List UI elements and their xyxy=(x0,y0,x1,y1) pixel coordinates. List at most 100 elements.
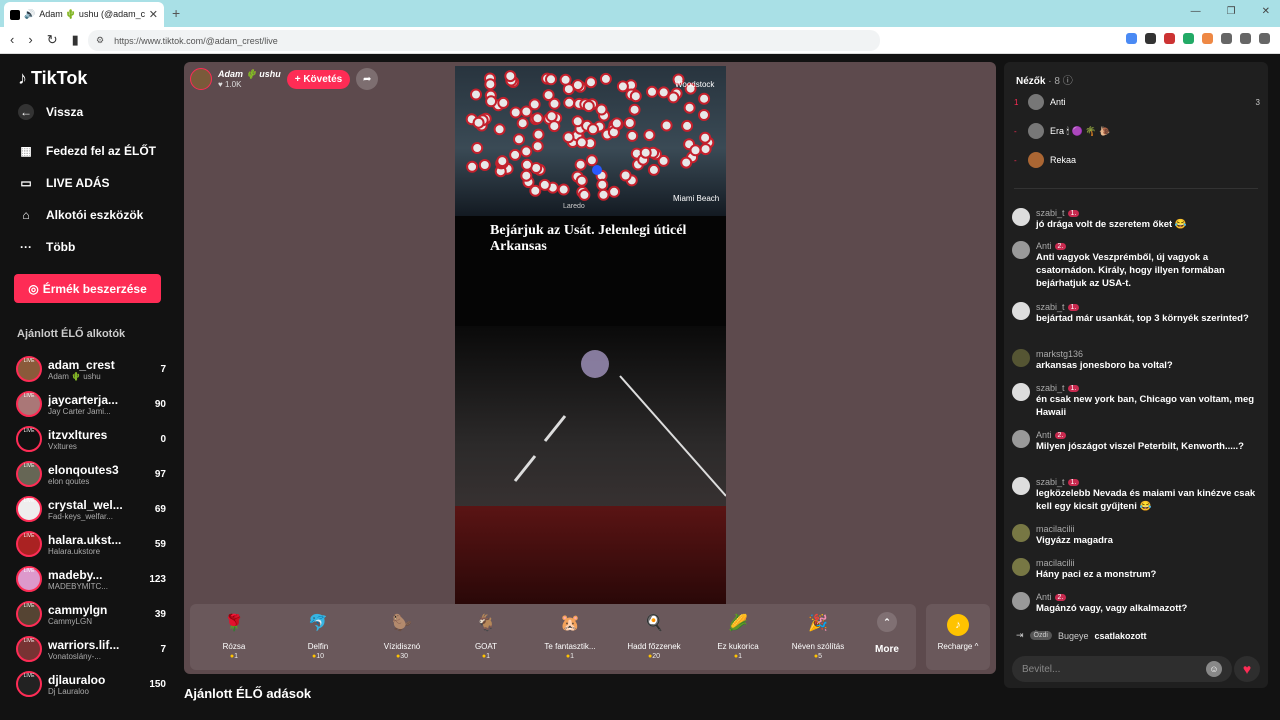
emoji-icon[interactable]: ☺ xyxy=(1206,661,1222,677)
viewer-count: 7 xyxy=(160,363,166,375)
party-icon: 🎉 xyxy=(808,615,828,632)
host-name[interactable]: Adam 🌵 ushu xyxy=(218,69,281,80)
recharge-button[interactable]: ♪ Recharge ^ xyxy=(926,604,990,670)
nav-more[interactable]: ··· Több xyxy=(18,239,75,255)
extension-icon[interactable] xyxy=(1145,33,1156,44)
creator-item[interactable]: LIVE djlauraloo Dj Lauraloo 150 xyxy=(16,669,166,699)
home-icon: ⌂ xyxy=(22,208,30,222)
map-pin xyxy=(582,100,595,113)
nav-live-broadcast[interactable]: ▭ LIVE ADÁS xyxy=(18,175,109,191)
joined-user[interactable]: Bugeye xyxy=(1058,631,1089,641)
info-icon[interactable]: ⓘ xyxy=(1063,76,1073,87)
avatar xyxy=(1012,430,1030,448)
back-icon[interactable]: ‹ xyxy=(10,32,14,48)
translate-icon[interactable] xyxy=(1126,33,1137,44)
chat-user[interactable]: szabi_t xyxy=(1036,477,1065,487)
extension-icon[interactable] xyxy=(1164,33,1175,44)
download-icon[interactable] xyxy=(1221,33,1232,44)
forward-icon[interactable]: › xyxy=(28,32,32,48)
host-avatar[interactable] xyxy=(190,68,212,90)
viewer-row[interactable]: - Era 🕯 🟣 🌴 🐌 xyxy=(1014,121,1260,141)
share-icon[interactable]: ➦ xyxy=(356,68,379,90)
avatar xyxy=(1012,477,1030,495)
creator-item[interactable]: LIVE warriors.lif... Vonatoslány-... 7 xyxy=(16,634,166,664)
new-tab-icon[interactable]: + xyxy=(172,5,180,21)
gift-price: ●1 xyxy=(481,653,491,660)
extension-icon[interactable] xyxy=(1202,33,1213,44)
chat-input[interactable] xyxy=(1022,663,1206,675)
viewers-title: Nézők xyxy=(1016,76,1046,87)
chat-user[interactable]: szabi_t xyxy=(1036,383,1065,393)
tab-title: Adam 🌵 ushu (@adam_crest xyxy=(39,9,145,19)
nav-explore-live[interactable]: ▦ Fedezd fel az ÉLŐT xyxy=(18,143,156,159)
gift-item[interactable]: 🎉 Néven szólítás ●5 xyxy=(778,608,858,660)
viewer-row[interactable]: - Rekaa xyxy=(1014,150,1260,170)
avatar: LIVE xyxy=(16,531,42,557)
map-pin xyxy=(520,105,533,118)
gift-price-value: 1 xyxy=(486,653,491,660)
creator-item[interactable]: LIVE halara.ukst... Halara.ukstore 59 xyxy=(16,529,166,559)
creator-item[interactable]: LIVE madeby... MADEBYMITC... 123 xyxy=(16,564,166,594)
follow-button[interactable]: + Követés xyxy=(286,69,351,89)
viewers-count: · 8 xyxy=(1048,76,1060,87)
restore-icon[interactable]: ❐ xyxy=(1227,6,1236,17)
viewer-count: 123 xyxy=(149,573,166,585)
live-video[interactable]: Woodstock Miami Beach Laredo Bejárjuk az… xyxy=(455,66,726,604)
chat-user[interactable]: Anti xyxy=(1036,592,1052,602)
site-info-icon[interactable]: ⚙ xyxy=(96,35,104,46)
map-pin xyxy=(596,178,609,191)
night-road-scene xyxy=(455,326,726,526)
chat-user[interactable]: macilacilii xyxy=(1036,524,1075,534)
tiktok-logo[interactable]: ♪ TikTok xyxy=(18,68,87,89)
chat-user[interactable]: Anti xyxy=(1036,241,1052,251)
menu-icon[interactable] xyxy=(1259,33,1270,44)
gift-item[interactable]: 🌽 Ez kukorica ●1 xyxy=(698,608,778,660)
speaker-icon[interactable]: 🔊 xyxy=(24,9,35,20)
viewer-count: 90 xyxy=(154,398,166,410)
chat-user[interactable]: szabi_t xyxy=(1036,302,1065,312)
sidebar-icon[interactable] xyxy=(1240,33,1251,44)
back-link[interactable]: ← Vissza xyxy=(18,104,83,120)
more-gifts-button[interactable]: ⌃ More xyxy=(862,612,912,655)
creator-item[interactable]: LIVE jaycarterja... Jay Carter Jami... 90 xyxy=(16,389,166,419)
minimize-icon[interactable]: — xyxy=(1191,6,1201,17)
gift-item[interactable]: 🐐 GOAT ●1 xyxy=(446,608,526,660)
chat-user[interactable]: Anti xyxy=(1036,430,1052,440)
creator-item[interactable]: LIVE cammylgn CammyLGN 39 xyxy=(16,599,166,629)
creator-item[interactable]: LIVE adam_crest Adam 🌵 ushu 7 xyxy=(16,354,166,384)
map-pin xyxy=(485,95,498,108)
gift-item[interactable]: 🌹 Rózsa ●1 xyxy=(194,608,274,660)
gift-item[interactable]: 🐹 Te fantasztik... ●1 xyxy=(530,608,610,660)
chat-user[interactable]: macilacilii xyxy=(1036,558,1075,568)
bookmark-icon[interactable]: ▮ xyxy=(72,32,79,48)
avatar xyxy=(1012,524,1030,542)
avatar: LIVE xyxy=(16,426,42,452)
chat-user[interactable]: markstg136 xyxy=(1036,349,1083,359)
creator-item[interactable]: LIVE elonqoutes3 elon qoutes 97 xyxy=(16,459,166,489)
rank-badge: 2. xyxy=(1054,242,1067,250)
creator-item[interactable]: LIVE itzvxltures Vxltures 0 xyxy=(16,424,166,454)
map-pin xyxy=(657,86,670,99)
chat-user[interactable]: szabi_t xyxy=(1036,208,1065,218)
browser-tab[interactable]: 🔊 Adam 🌵 ushu (@adam_crest ✕ xyxy=(4,2,164,27)
gift-item[interactable]: 🍳 Hadd főzzenek ●20 xyxy=(614,608,694,660)
extensions-area xyxy=(1126,33,1270,44)
address-bar[interactable]: ⚙ https://www.tiktok.com/@adam_crest/liv… xyxy=(88,30,880,51)
window-close-icon[interactable]: ✕ xyxy=(1262,6,1270,17)
creator-item[interactable]: LIVE crystal_wel... Fad-keys_welfar... 69 xyxy=(16,494,166,524)
reload-icon[interactable]: ↻ xyxy=(47,32,58,48)
map-pin xyxy=(472,116,485,129)
nav-creator-tools[interactable]: ⌂ Alkotói eszközök xyxy=(18,207,143,223)
close-tab-icon[interactable]: ✕ xyxy=(149,8,158,21)
corn-icon: 🌽 xyxy=(728,615,748,632)
gift-item[interactable]: 🦫 Vízidisznó ●30 xyxy=(362,608,442,660)
chevron-up-icon: ⌃ xyxy=(877,612,897,632)
get-coins-button[interactable]: ◎ Érmék beszerzése xyxy=(14,274,161,303)
map-pin xyxy=(497,96,510,109)
creator-name: jaycarterja... xyxy=(48,392,119,407)
viewer-row[interactable]: 1 Anti 3 xyxy=(1014,92,1260,112)
like-heart-icon[interactable]: ♥ xyxy=(1234,656,1260,682)
gift-item[interactable]: 🐬 Delfin ●10 xyxy=(278,608,358,660)
extension-icon[interactable] xyxy=(1183,33,1194,44)
chat-message: szabi_t 1. én csak new york ban, Chicago v… xyxy=(1012,383,1262,419)
